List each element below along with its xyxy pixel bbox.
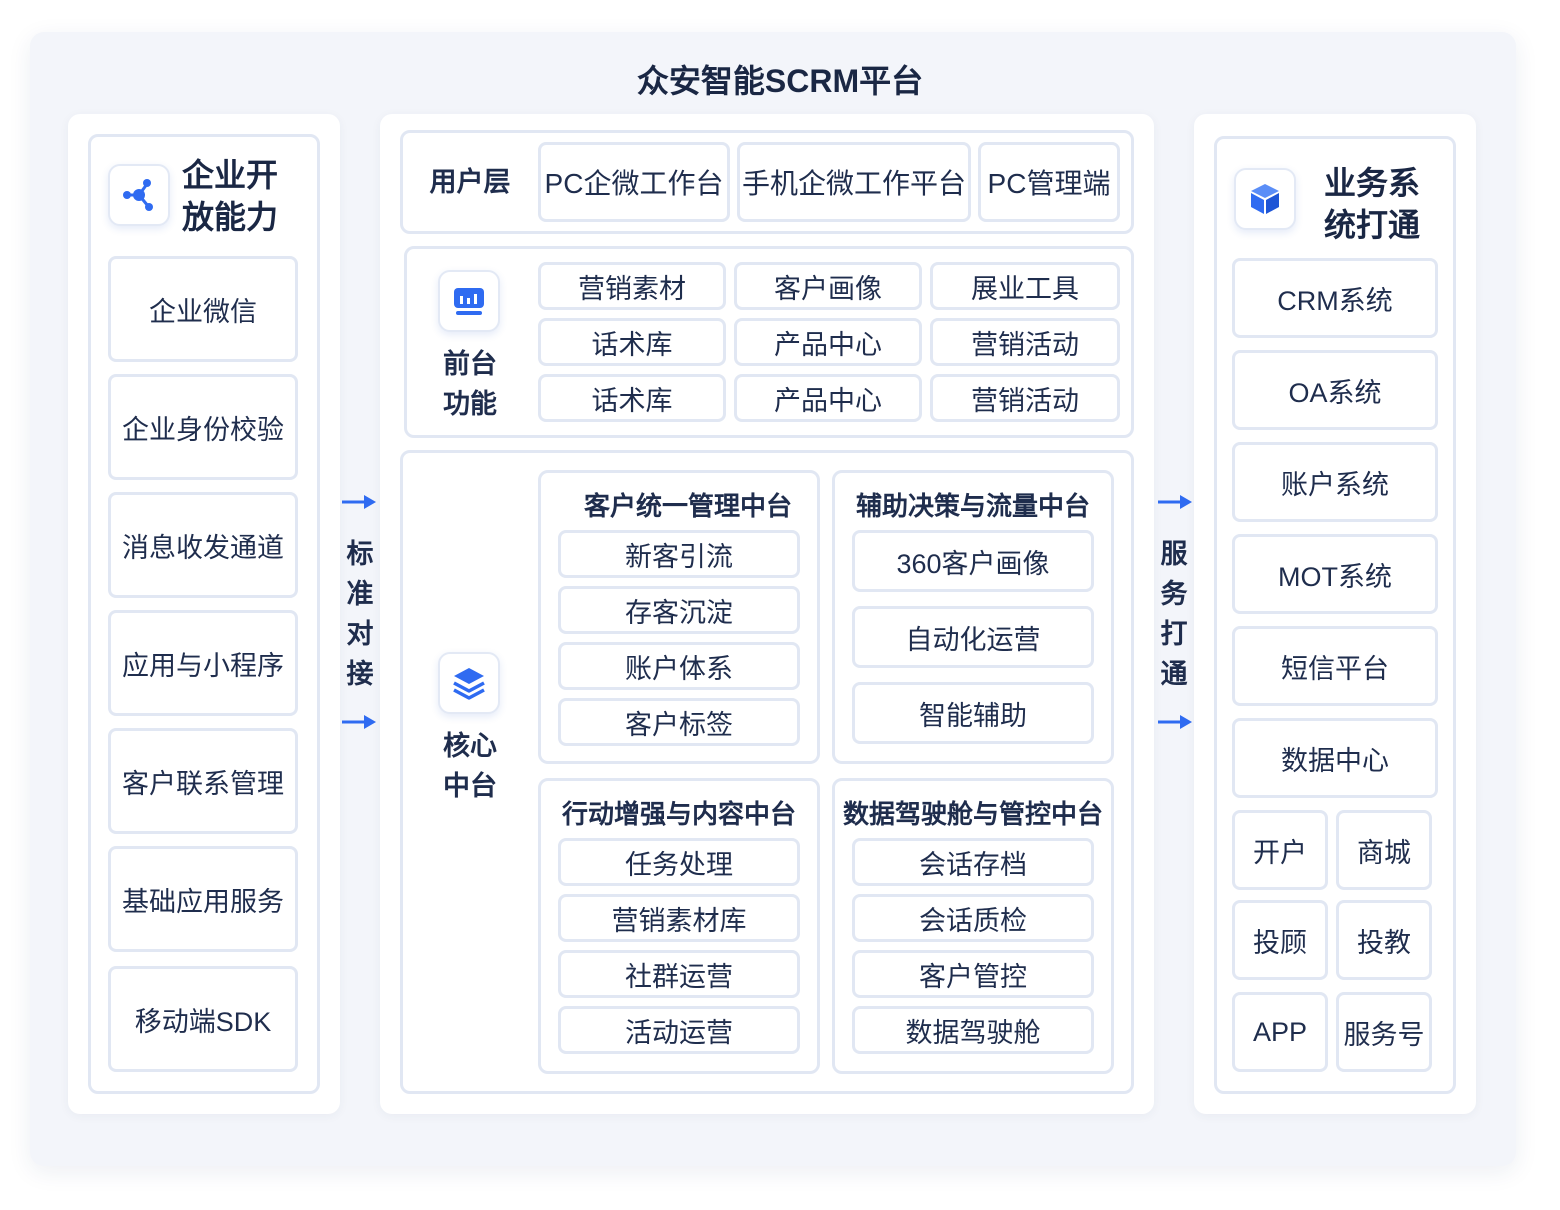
core-item[interactable]: 会话质检 <box>852 894 1094 942</box>
right-heading-line1: 业务系 <box>1324 165 1421 201</box>
right-item[interactable]: CRM系统 <box>1232 258 1438 338</box>
arrow-right-icon <box>1156 712 1194 737</box>
arrow-right-icon <box>340 712 378 737</box>
connector-char: 通 <box>1160 659 1188 689</box>
core-item[interactable]: 智能辅助 <box>852 682 1094 744</box>
core-item[interactable]: 营销素材库 <box>558 894 800 942</box>
front-item[interactable]: 话术库 <box>538 318 726 366</box>
network-nodes-icon <box>108 164 170 226</box>
left-item[interactable]: 移动端SDK <box>108 966 298 1072</box>
right-small-item[interactable]: APP <box>1232 992 1328 1072</box>
layers-icon <box>438 652 500 714</box>
core-item[interactable]: 任务处理 <box>558 838 800 886</box>
left-item[interactable]: 企业身份校验 <box>108 374 298 480</box>
front-function-label: 前台 功能 <box>420 344 520 424</box>
user-layer-item[interactable]: 手机企微工作平台 <box>737 142 971 222</box>
left-heading-line2: 放能力 <box>182 199 279 235</box>
core-item[interactable]: 账户体系 <box>558 642 800 690</box>
user-layer-item[interactable]: PC管理端 <box>978 142 1120 222</box>
left-item[interactable]: 消息收发通道 <box>108 492 298 598</box>
right-small-item[interactable]: 投顾 <box>1232 900 1328 980</box>
right-item[interactable]: 数据中心 <box>1232 718 1438 798</box>
core-item[interactable]: 客户管控 <box>852 950 1094 998</box>
action-content-title: 行动增强与内容中台 <box>561 799 796 829</box>
front-label-line2: 功能 <box>443 389 497 419</box>
connector-char: 打 <box>1160 619 1188 649</box>
right-item[interactable]: 账户系统 <box>1232 442 1438 522</box>
connector-service-connect: 服 务 打 通 <box>1154 534 1194 694</box>
connector-standard-docking: 标 准 对 接 <box>340 534 380 694</box>
page-title: 众安智能SCRM平台 <box>636 63 924 99</box>
right-small-item[interactable]: 商城 <box>1336 810 1432 890</box>
right-heading-line2: 统打通 <box>1324 207 1421 243</box>
right-item[interactable]: 短信平台 <box>1232 626 1438 706</box>
front-item[interactable]: 客户画像 <box>734 262 922 310</box>
core-item[interactable]: 360客户画像 <box>852 530 1094 592</box>
core-label-line2: 中台 <box>443 771 497 801</box>
core-item[interactable]: 活动运营 <box>558 1006 800 1054</box>
connector-char: 接 <box>346 659 374 689</box>
front-item[interactable]: 产品中心 <box>734 318 922 366</box>
arrow-right-icon <box>1156 492 1194 517</box>
connector-char: 服 <box>1160 539 1188 569</box>
right-small-item[interactable]: 服务号 <box>1336 992 1432 1072</box>
right-item[interactable]: OA系统 <box>1232 350 1438 430</box>
data-cockpit-title: 数据驾驶舱与管控中台 <box>842 799 1103 829</box>
right-small-item[interactable]: 投教 <box>1336 900 1432 980</box>
connector-char: 标 <box>346 539 374 569</box>
left-heading: 企业开 放能力 <box>182 154 278 238</box>
core-item[interactable]: 新客引流 <box>558 530 800 578</box>
right-small-item[interactable]: 开户 <box>1232 810 1328 890</box>
core-item[interactable]: 自动化运营 <box>852 606 1094 668</box>
core-item[interactable]: 客户标签 <box>558 698 800 746</box>
left-item[interactable]: 企业微信 <box>108 256 298 362</box>
customer-management-title: 客户统一管理中台 <box>583 491 792 521</box>
left-heading-line1: 企业开 <box>182 157 279 193</box>
core-item[interactable]: 社群运营 <box>558 950 800 998</box>
connector-char: 准 <box>346 579 374 609</box>
core-item[interactable]: 数据驾驶舱 <box>852 1006 1094 1054</box>
front-item[interactable]: 话术库 <box>538 374 726 422</box>
left-item[interactable]: 基础应用服务 <box>108 846 298 952</box>
core-item[interactable]: 会话存档 <box>852 838 1094 886</box>
connector-char: 对 <box>346 619 374 649</box>
right-item[interactable]: MOT系统 <box>1232 534 1438 614</box>
front-item[interactable]: 产品中心 <box>734 374 922 422</box>
left-item[interactable]: 应用与小程序 <box>108 610 298 716</box>
cube-icon <box>1234 168 1296 230</box>
front-item[interactable]: 营销活动 <box>930 374 1120 422</box>
front-item[interactable]: 营销活动 <box>930 318 1120 366</box>
front-label-line1: 前台 <box>443 349 497 379</box>
decision-traffic-title: 辅助决策与流量中台 <box>855 491 1090 521</box>
front-item[interactable]: 营销素材 <box>538 262 726 310</box>
core-label-line1: 核心 <box>443 731 497 761</box>
left-item[interactable]: 客户联系管理 <box>108 728 298 834</box>
connector-char: 务 <box>1160 579 1188 609</box>
dashboard-icon <box>438 270 500 332</box>
front-item[interactable]: 展业工具 <box>930 262 1120 310</box>
right-heading: 业务系 统打通 <box>1324 162 1420 246</box>
core-item[interactable]: 存客沉淀 <box>558 586 800 634</box>
user-layer-label: 用户层 <box>429 167 511 197</box>
core-label: 核心 中台 <box>420 726 520 806</box>
arrow-right-icon <box>340 492 378 517</box>
user-layer-item[interactable]: PC企微工作台 <box>538 142 730 222</box>
